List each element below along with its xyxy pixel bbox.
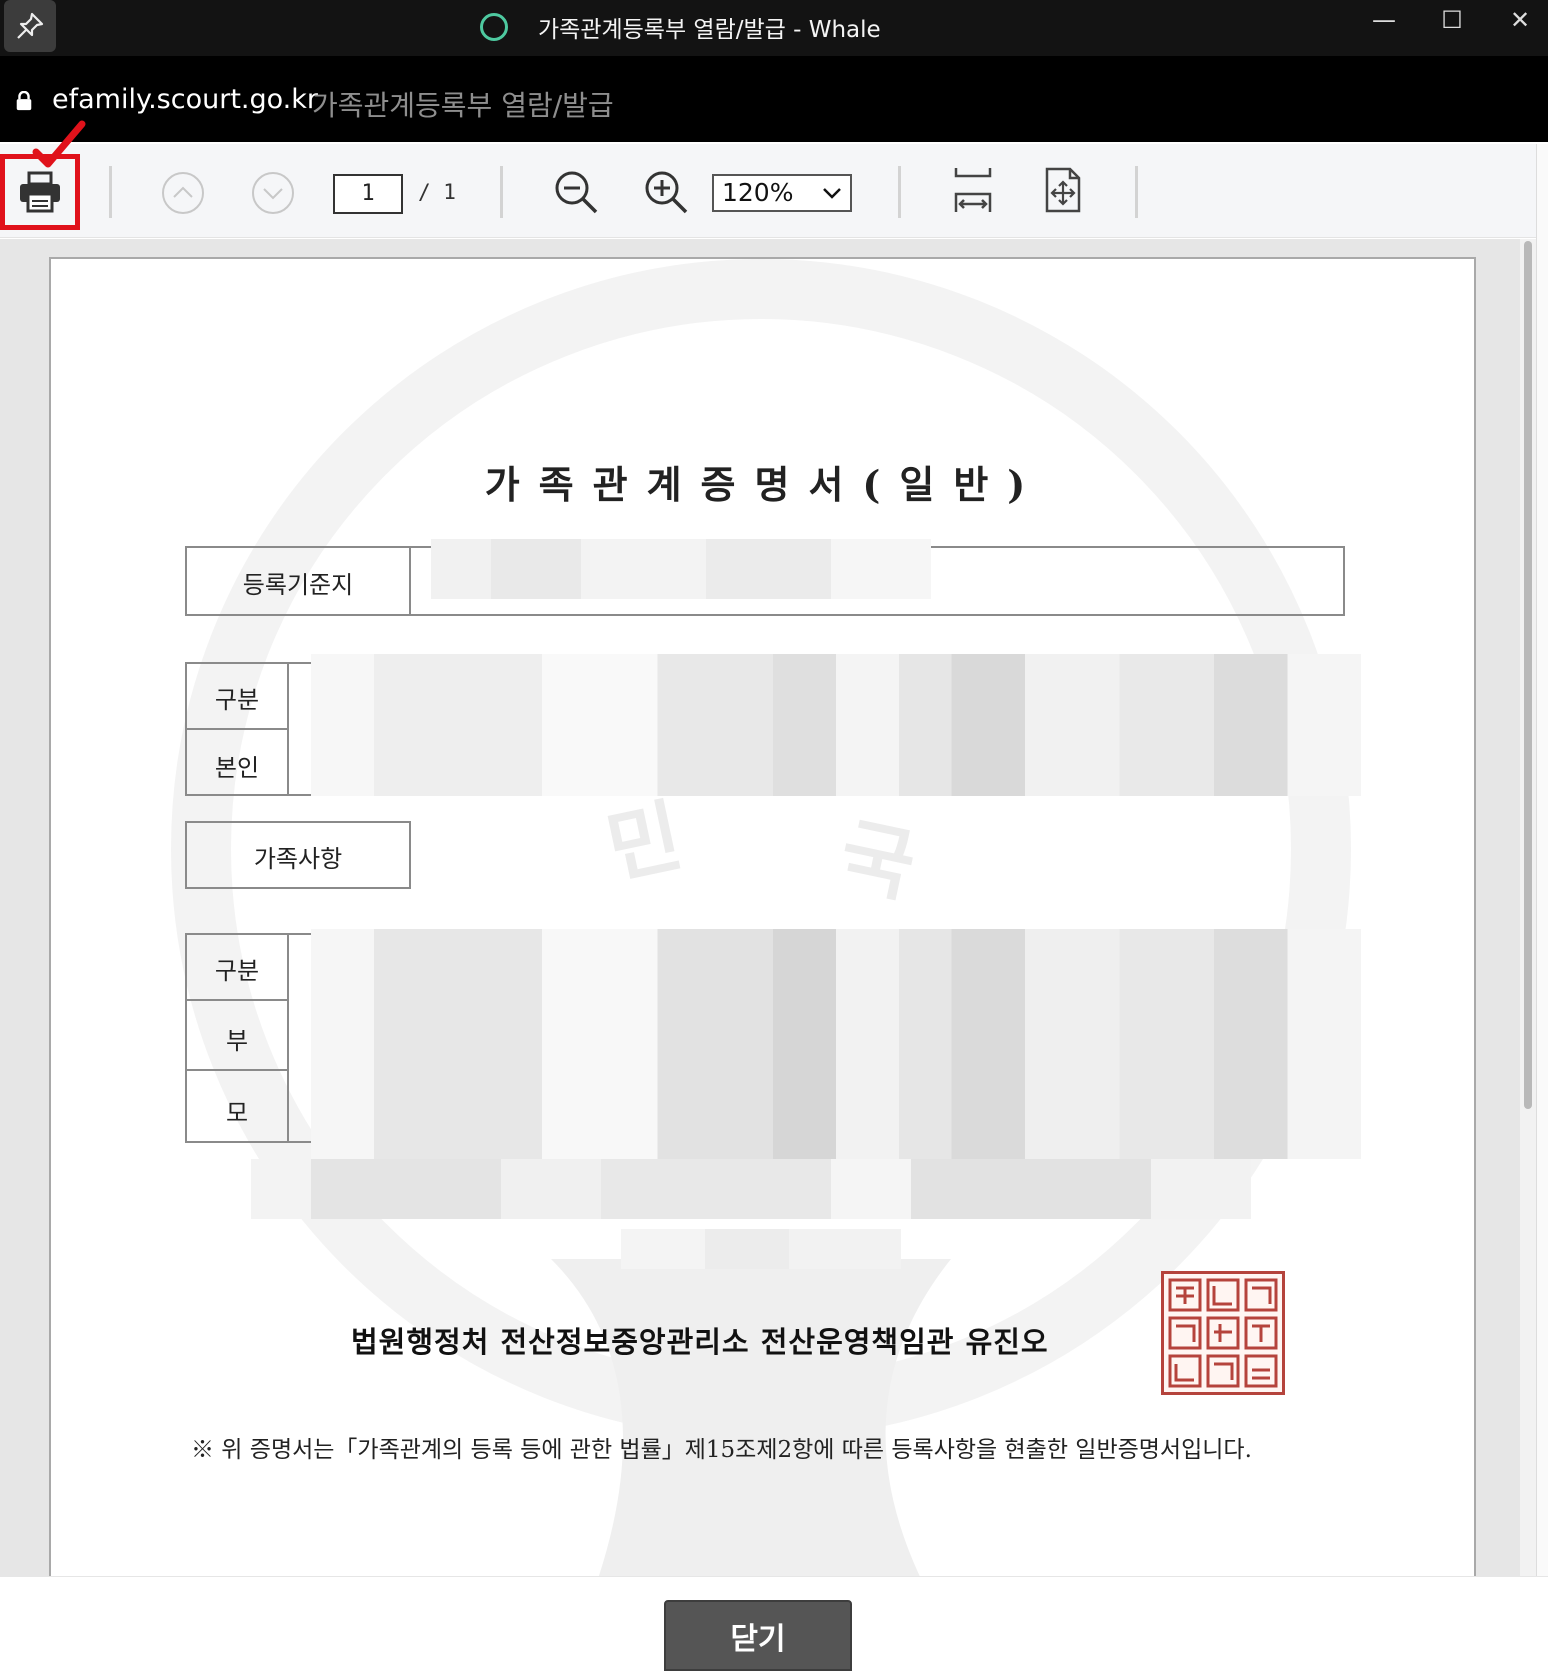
pin-icon: [17, 12, 44, 39]
document-page: 민 국 가족관계증명서(일반) 등록기준지 구분 본인 가족사항 구분 부 모 …: [49, 257, 1476, 1576]
window-titlebar: 가족관계등록부 열람/발급 - Whale — ☐ ✕: [0, 0, 1548, 56]
previous-page-button[interactable]: [160, 170, 206, 216]
zoom-out-button[interactable]: [552, 168, 600, 216]
fit-page-icon: [1045, 167, 1081, 213]
footer-bar: 닫기: [0, 1576, 1548, 1671]
close-icon: ✕: [1509, 6, 1531, 34]
window-title: 가족관계등록부 열람/발급 - Whale: [538, 17, 881, 43]
window-edge: [1536, 144, 1548, 1576]
redacted-family-info: [311, 929, 1361, 1159]
pin-button[interactable]: [4, 0, 56, 52]
family-section-label: 가족사항: [253, 845, 343, 873]
scrollbar-thumb[interactable]: [1524, 241, 1532, 1109]
vertical-scrollbar[interactable]: [1520, 239, 1536, 1576]
fit-width-button[interactable]: [952, 166, 994, 214]
svg-text:민: 민: [599, 789, 690, 895]
redacted-address: [431, 539, 931, 599]
registration-base-label: 등록기준지: [242, 571, 354, 599]
minimize-button[interactable]: —: [1356, 0, 1412, 40]
zoom-in-button[interactable]: [642, 168, 690, 216]
category-label: 구분: [214, 686, 260, 714]
official-seal: [1161, 1271, 1285, 1395]
document-title: 가족관계증명서(일반): [484, 462, 1045, 507]
zoom-select[interactable]: 120%: [712, 174, 852, 212]
self-label: 본인: [214, 754, 260, 782]
zoom-value: 120%: [722, 178, 794, 207]
pdf-toolbar: 1 / 1 120%: [0, 120, 1536, 238]
address-bar[interactable]: efamily.scourt.go.kr 가족관계등록부 열람/발급: [0, 56, 1548, 142]
issuing-authority: 법원행정처 전산정보중앙관리소 전산운영책임관 유진오: [351, 1325, 1049, 1359]
minimize-icon: —: [1372, 6, 1396, 34]
redacted-certification-text: [251, 1159, 1251, 1219]
page-number-input[interactable]: 1: [333, 174, 403, 214]
toolbar-separator: [500, 166, 503, 218]
chevron-up-icon: [162, 172, 204, 214]
redacted-personal-info: [311, 654, 1361, 796]
close-button[interactable]: 닫기: [664, 1600, 852, 1671]
seal-icon: [1168, 1278, 1278, 1388]
pdf-viewer[interactable]: 민 국 가족관계증명서(일반) 등록기준지 구분 본인 가족사항 구분 부 모 …: [0, 239, 1536, 1576]
close-window-button[interactable]: ✕: [1492, 0, 1548, 40]
caret-down-icon: [823, 188, 841, 199]
url-domain: efamily.scourt.go.kr: [52, 84, 318, 115]
url-page-title: 가족관계등록부 열람/발급: [312, 89, 614, 122]
chevron-down-icon: [252, 172, 294, 214]
mother-label: 모: [225, 1099, 249, 1127]
toolbar-separator: [1135, 166, 1138, 218]
lock-icon: [16, 91, 32, 111]
page-total: / 1: [418, 180, 456, 204]
category2-label: 구분: [214, 957, 260, 985]
whale-browser-icon: [480, 13, 508, 41]
zoom-out-icon: [555, 171, 598, 214]
father-label: 부: [225, 1027, 249, 1055]
redacted-issue-date: [621, 1229, 901, 1269]
checkmark-annotation-icon: [32, 120, 86, 168]
fit-width-icon: [954, 168, 992, 212]
svg-text:국: 국: [832, 808, 923, 914]
toolbar-separator: [898, 166, 901, 218]
next-page-button[interactable]: [250, 170, 296, 216]
maximize-icon: ☐: [1441, 6, 1463, 34]
window-title-area: 가족관계등록부 열람/발급 - Whale: [480, 10, 881, 44]
legal-note: ※ 위 증명서는「가족관계의 등록 등에 관한 법률」제15조제2항에 따른 등…: [191, 1437, 1252, 1463]
maximize-button[interactable]: ☐: [1424, 0, 1480, 40]
zoom-in-icon: [645, 171, 688, 214]
toolbar-separator: [109, 166, 112, 218]
fit-page-button[interactable]: [1044, 166, 1082, 214]
